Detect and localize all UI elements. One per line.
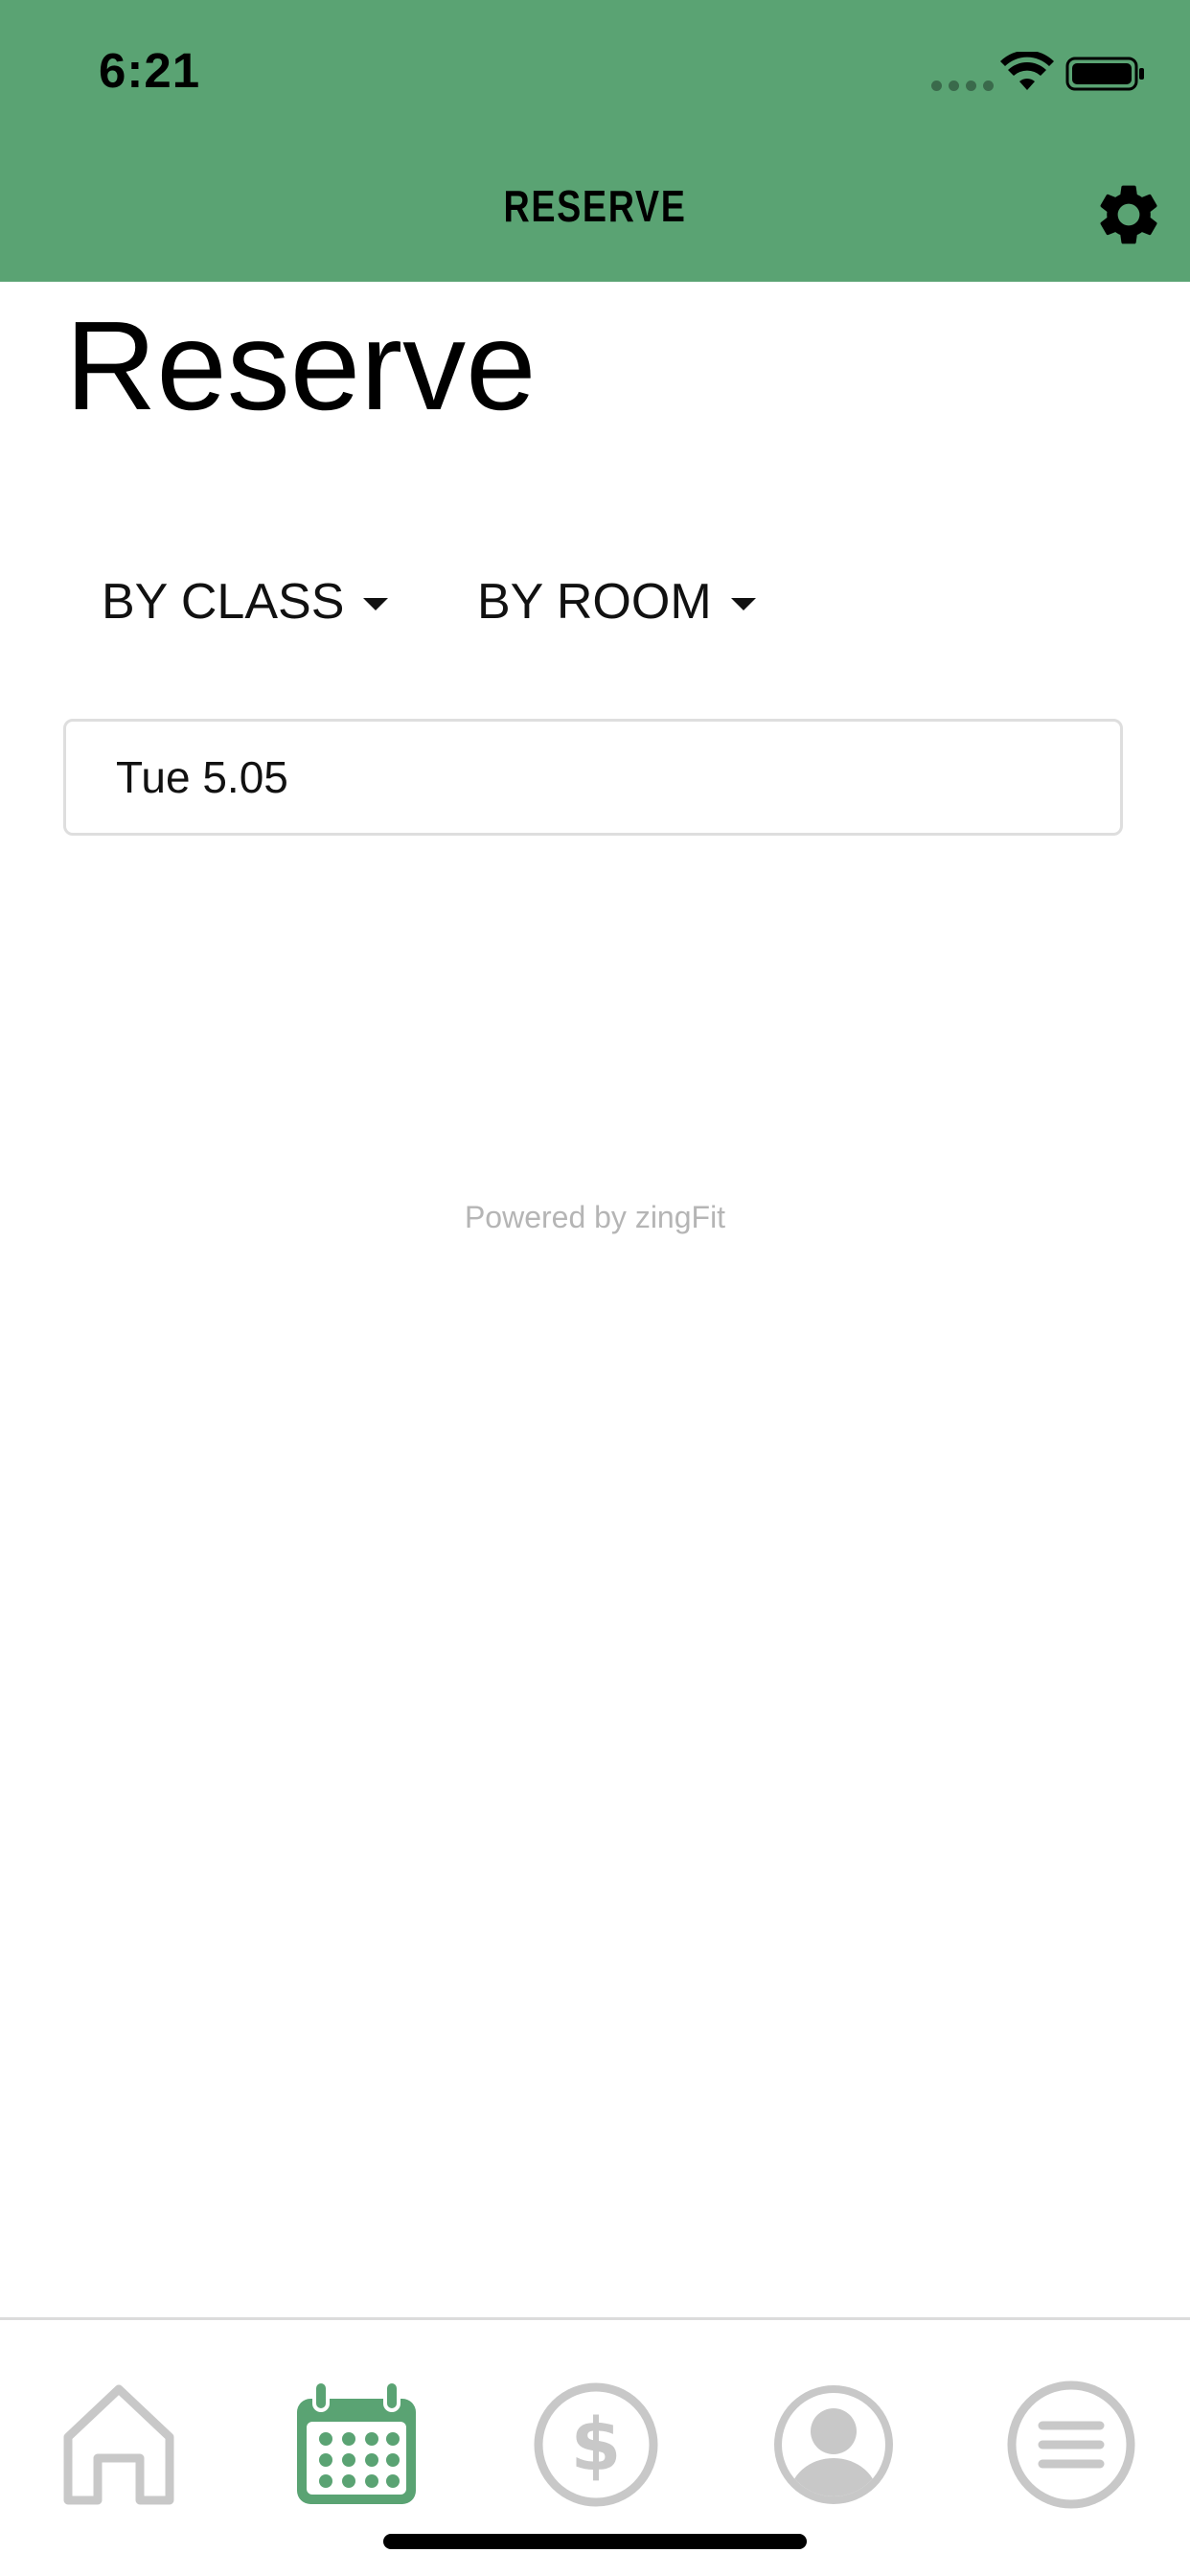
tab-menu[interactable] [1004,2378,1138,2512]
svg-text:$: $ [571,2402,622,2487]
date-value: Tue 5.05 [116,752,288,802]
wifi-icon [1000,52,1054,90]
user-icon [774,2385,893,2504]
status-time: 6:21 [99,43,201,98]
by-class-dropdown[interactable]: BY CLASS [102,573,389,631]
tab-home[interactable] [52,2378,186,2512]
nav-title: RESERVE [503,181,687,231]
calendar-icon [297,2380,416,2504]
tab-reserve[interactable] [289,2378,423,2512]
by-room-dropdown[interactable]: BY ROOM [477,573,756,631]
dollar-icon: $ [534,2382,658,2507]
caret-down-icon [730,597,756,610]
powered-by-text: Powered by zingFit [464,1200,726,1234]
date-selector[interactable]: Tue 5.05 [63,719,1123,836]
tab-account[interactable] [767,2378,901,2512]
caret-down-icon [363,597,389,610]
home-indicator [383,2534,807,2549]
app-header: 6:21 RESERVE [0,0,1190,282]
home-icon [63,2384,174,2505]
by-room-label: BY ROOM [477,574,712,630]
signal-icon [931,80,994,91]
gear-icon [1100,185,1157,244]
page-title: Reserve [65,295,537,436]
settings-button[interactable] [1092,178,1165,251]
by-class-label: BY CLASS [102,574,345,630]
tab-pricing[interactable]: $ [529,2378,663,2512]
menu-icon [1007,2380,1135,2509]
app-screen: 6:21 RESERVE Reserve BY CLASS BY ROOM Tu… [0,0,1190,2576]
battery-icon [1065,57,1144,91]
